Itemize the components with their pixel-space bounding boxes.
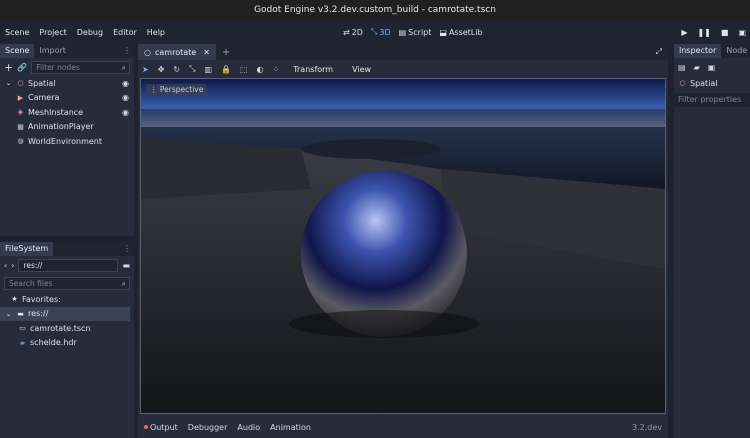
tree-node-animationplayer[interactable]: ▦ AnimationPlayer: [0, 120, 134, 135]
world-environment-icon: ◍: [17, 137, 24, 146]
add-node-icon[interactable]: +: [4, 61, 13, 74]
script-icon: ▤: [398, 27, 407, 37]
visibility-eye-icon[interactable]: ◉: [122, 108, 129, 117]
spatial-icon: ○: [679, 79, 686, 88]
search-icon: ⌕: [121, 62, 126, 72]
path-field[interactable]: res://: [18, 258, 119, 272]
window-title: Godot Engine v3.2.dev.custom_build - cam…: [0, 0, 750, 20]
viewport-scene: [141, 79, 665, 413]
spatial-icon: ○: [17, 79, 24, 88]
filter-properties-input[interactable]: Filter properties: [674, 92, 750, 107]
local-space-icon[interactable]: ◐: [257, 65, 264, 74]
bottom-audio[interactable]: Audio: [237, 423, 260, 432]
new-resource-icon[interactable]: ▤: [678, 63, 686, 72]
fs-item-schelde[interactable]: ▰ schelde.hdr: [0, 336, 134, 351]
save-icon[interactable]: ▣: [708, 63, 716, 72]
play-scene-icon[interactable]: ▣: [738, 28, 746, 37]
search-files-input[interactable]: Search files ⌕: [4, 276, 130, 290]
scale-tool-icon[interactable]: ⤡: [189, 64, 195, 74]
filesystem-dock: FileSystem ⋮ ‹ › res:// ▬ Search files ⌕…: [0, 242, 134, 438]
dock-menu-icon[interactable]: ⋮: [120, 242, 134, 256]
stop-icon[interactable]: ■: [721, 28, 729, 37]
2d-icon: ⇄: [343, 27, 350, 37]
forward-arrow-icon[interactable]: ›: [11, 261, 14, 270]
menu-help[interactable]: Help: [142, 28, 170, 37]
menu-view[interactable]: View: [347, 65, 376, 74]
search-icon: ⌕: [121, 278, 126, 288]
image-file-icon: ▰: [19, 338, 26, 347]
tab-import[interactable]: Import: [34, 44, 71, 58]
menu-transform[interactable]: Transform: [288, 65, 338, 74]
fs-item-res[interactable]: ⌄ ▬ res://: [0, 306, 130, 321]
menu-scene[interactable]: Scene: [0, 28, 34, 37]
bottom-animation[interactable]: Animation: [270, 423, 311, 432]
tree-node-worldenvironment[interactable]: ◍ WorldEnvironment: [0, 134, 134, 149]
fs-item-camrotate[interactable]: ▭ camrotate.tscn: [0, 321, 134, 336]
filter-nodes-input[interactable]: Filter nodes ⌕: [31, 60, 130, 74]
workspace-script[interactable]: ▤ Script: [399, 27, 432, 37]
scene-tab-camrotate[interactable]: ○ camrotate ✕: [138, 44, 216, 60]
lock-icon[interactable]: 🔒: [221, 65, 231, 74]
back-arrow-icon[interactable]: ‹: [4, 261, 7, 270]
3d-viewport[interactable]: ⋮ Perspective: [140, 78, 666, 414]
scene-dock: Scene Import ⋮ + 🔗 Filter nodes ⌕ ⌄ ○ Sp…: [0, 44, 134, 236]
play-icon[interactable]: ▶: [681, 28, 687, 37]
tab-inspector[interactable]: Inspector: [674, 44, 722, 58]
menu-debug[interactable]: Debug: [72, 28, 108, 37]
menu-project[interactable]: Project: [34, 28, 71, 37]
camera-icon: ▶: [17, 93, 24, 102]
add-tab-icon[interactable]: +: [222, 47, 230, 58]
tab-node[interactable]: Node: [721, 44, 750, 58]
move-tool-icon[interactable]: ✥: [158, 65, 165, 74]
rotate-tool-icon[interactable]: ↻: [173, 65, 180, 74]
collapse-arrow-icon[interactable]: ⌄: [4, 310, 13, 318]
animation-player-icon: ▦: [17, 122, 24, 131]
menu-editor[interactable]: Editor: [108, 28, 142, 37]
editor-area: ○ camrotate ✕ + ⤢ ➤ ✥ ↻ ⤡ ▥ 🔒 ⬚ ◐ ⁘ Tran…: [138, 44, 668, 416]
workspace-2d[interactable]: ⇄ 2D: [343, 27, 363, 37]
group-icon[interactable]: ⬚: [240, 65, 248, 74]
mesh-icon: ◈: [17, 108, 24, 117]
scene-file-icon: ▭: [19, 324, 26, 333]
3d-icon: ⤡: [370, 27, 378, 36]
link-icon[interactable]: 🔗: [17, 63, 27, 72]
folder-icon: ▬: [17, 309, 24, 318]
snap-icon[interactable]: ⁘: [273, 65, 280, 74]
tree-node-meshinstance[interactable]: ◈ MeshInstance ◉: [0, 105, 134, 120]
visibility-eye-icon[interactable]: ◉: [122, 79, 129, 88]
assetlib-icon: ⬓: [439, 27, 447, 37]
error-indicator-icon: [144, 425, 148, 429]
visibility-eye-icon[interactable]: ◉: [122, 93, 129, 102]
tab-scene[interactable]: Scene: [0, 44, 35, 58]
dock-menu-icon[interactable]: ⋮: [120, 44, 134, 58]
menu-lines-icon: ⋮: [150, 85, 160, 94]
tree-node-camera[interactable]: ▶ Camera ◉: [0, 91, 134, 106]
split-view-icon[interactable]: ▬: [122, 261, 130, 270]
bottom-debugger[interactable]: Debugger: [188, 423, 228, 432]
menu-bar: Scene Project Debug Editor Help ⇄ 2D ⤡ 3…: [0, 20, 750, 44]
bottom-output[interactable]: Output: [144, 423, 178, 432]
star-icon: ★: [11, 295, 18, 304]
workspace-assetlib[interactable]: ⬓ AssetLib: [439, 27, 482, 37]
open-folder-icon[interactable]: ▰: [694, 63, 700, 72]
distraction-free-icon[interactable]: ⤢: [656, 47, 662, 57]
perspective-menu[interactable]: ⋮ Perspective: [146, 84, 208, 95]
fs-item-favorites[interactable]: ★ Favorites:: [0, 292, 134, 307]
tab-filesystem[interactable]: FileSystem: [0, 242, 54, 256]
tree-node-spatial[interactable]: ⌄ ○ Spatial ◉: [0, 76, 134, 91]
version-label: 3.2.dev: [632, 422, 662, 432]
select-tool-icon[interactable]: ➤: [142, 65, 149, 74]
workspace-3d[interactable]: ⤡ 3D: [371, 27, 391, 37]
ruler-icon[interactable]: ▥: [205, 65, 213, 74]
spatial-icon: ○: [144, 47, 151, 57]
inspector-object[interactable]: ○ Spatial: [674, 76, 750, 91]
inspector-dock: Inspector Node ▤ ▰ ▣ ○ Spatial Filter pr…: [674, 44, 750, 438]
collapse-arrow-icon[interactable]: ⌄: [4, 79, 13, 87]
bottom-panel-bar: Output Debugger Audio Animation 3.2.dev: [138, 416, 668, 438]
close-icon[interactable]: ✕: [203, 48, 210, 57]
pause-icon[interactable]: ❚❚: [697, 28, 710, 37]
